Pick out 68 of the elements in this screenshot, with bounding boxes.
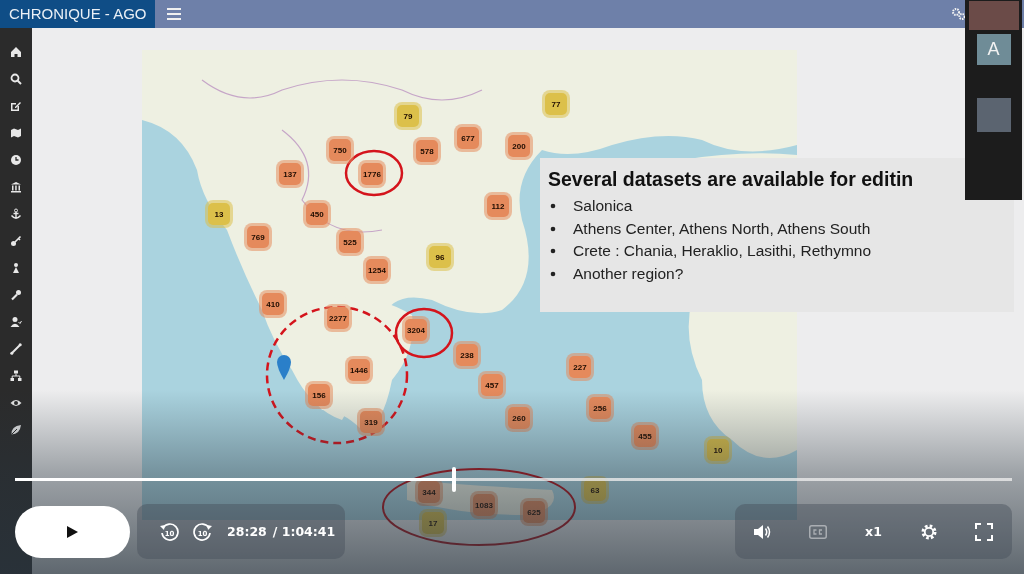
leaf-icon[interactable] xyxy=(10,424,22,436)
cluster-marker[interactable]: 13 xyxy=(208,203,230,225)
anchor-icon[interactable] xyxy=(10,208,22,220)
cluster-marker[interactable]: 112 xyxy=(487,195,509,217)
bank-icon[interactable] xyxy=(10,181,22,193)
app-brand: CHRONIQUE - AGO xyxy=(0,0,155,28)
video-tile xyxy=(968,1,1019,30)
duration: / 1:04:41 xyxy=(272,524,336,539)
cluster-marker[interactable]: 96 xyxy=(429,246,451,268)
cluster-marker[interactable]: 410 xyxy=(262,293,284,315)
cluster-marker[interactable]: 319 xyxy=(360,411,382,433)
cluster-marker[interactable]: 1254 xyxy=(366,259,388,281)
fullscreen-button[interactable] xyxy=(975,522,994,541)
bullet-icon xyxy=(550,203,556,209)
cluster-marker[interactable]: 256 xyxy=(589,397,611,419)
measure-icon[interactable] xyxy=(10,343,22,355)
bullet-icon xyxy=(550,226,556,231)
cluster-marker[interactable]: 260 xyxy=(508,407,530,429)
bullet-icon xyxy=(550,271,556,276)
cluster-marker[interactable]: 200 xyxy=(508,135,530,157)
clock-icon[interactable] xyxy=(10,154,22,166)
cluster-marker[interactable]: 238 xyxy=(456,344,478,366)
cluster-marker[interactable]: 156 xyxy=(308,384,330,406)
video-tile xyxy=(976,98,1011,132)
bullet-text: Another region? xyxy=(573,263,684,284)
cluster-marker[interactable]: 63 xyxy=(584,479,606,501)
settings-button[interactable] xyxy=(919,522,938,541)
wrench-icon[interactable] xyxy=(10,289,22,301)
bullet-text: Salonica xyxy=(573,196,633,216)
slide-heading: Several datasets are available for editin xyxy=(548,168,915,191)
cluster-marker[interactable]: 137 xyxy=(279,163,301,185)
cluster-marker[interactable]: 2277 xyxy=(327,307,349,329)
menu-icon[interactable] xyxy=(167,8,181,20)
cluster-marker[interactable]: 455 xyxy=(634,425,656,447)
cluster-marker[interactable]: 525 xyxy=(339,231,361,253)
cluster-marker[interactable]: 677 xyxy=(457,127,479,149)
eye-icon[interactable] xyxy=(10,397,22,409)
search-icon[interactable] xyxy=(10,73,22,85)
avatar-tile: A xyxy=(976,34,1011,65)
map-pin-icon[interactable] xyxy=(277,355,291,380)
edit-icon[interactable] xyxy=(10,100,22,112)
user-icon[interactable] xyxy=(10,316,22,328)
current-time: 28:28 xyxy=(227,524,267,539)
cluster-marker[interactable]: 769 xyxy=(247,226,269,248)
play-icon xyxy=(67,525,78,538)
cluster-marker[interactable]: 3204 xyxy=(405,319,427,341)
cluster-marker[interactable]: 450 xyxy=(306,203,328,225)
cluster-marker[interactable]: 1776 xyxy=(361,163,383,185)
bullet-text: Crete : Chania, Heraklio, Lasithi, Rethymno xyxy=(573,241,872,261)
cluster-marker[interactable]: 10 xyxy=(707,439,729,461)
cluster-marker[interactable]: 578 xyxy=(416,140,438,162)
cluster-marker[interactable]: 750 xyxy=(329,139,351,161)
home-icon[interactable] xyxy=(10,46,22,58)
speed-button[interactable]: x1 xyxy=(865,524,882,539)
pin-icon[interactable] xyxy=(10,262,22,274)
bullet-icon xyxy=(550,248,556,254)
settings-icon[interactable] xyxy=(952,8,966,20)
bullet-text: Athens Center, Athens North, Athens South xyxy=(573,218,871,239)
cluster-marker[interactable]: 77 xyxy=(545,93,567,115)
cluster-marker[interactable]: 457 xyxy=(481,374,503,396)
cluster-marker[interactable]: 1446 xyxy=(348,359,370,381)
progress-handle[interactable] xyxy=(451,467,456,492)
key-icon[interactable] xyxy=(10,235,22,247)
volume-button[interactable] xyxy=(753,523,772,540)
cluster-marker[interactable]: 79 xyxy=(397,105,419,127)
hierarchy-icon[interactable] xyxy=(10,370,22,382)
map-icon[interactable] xyxy=(10,127,22,139)
cluster-marker[interactable]: 227 xyxy=(569,356,591,378)
